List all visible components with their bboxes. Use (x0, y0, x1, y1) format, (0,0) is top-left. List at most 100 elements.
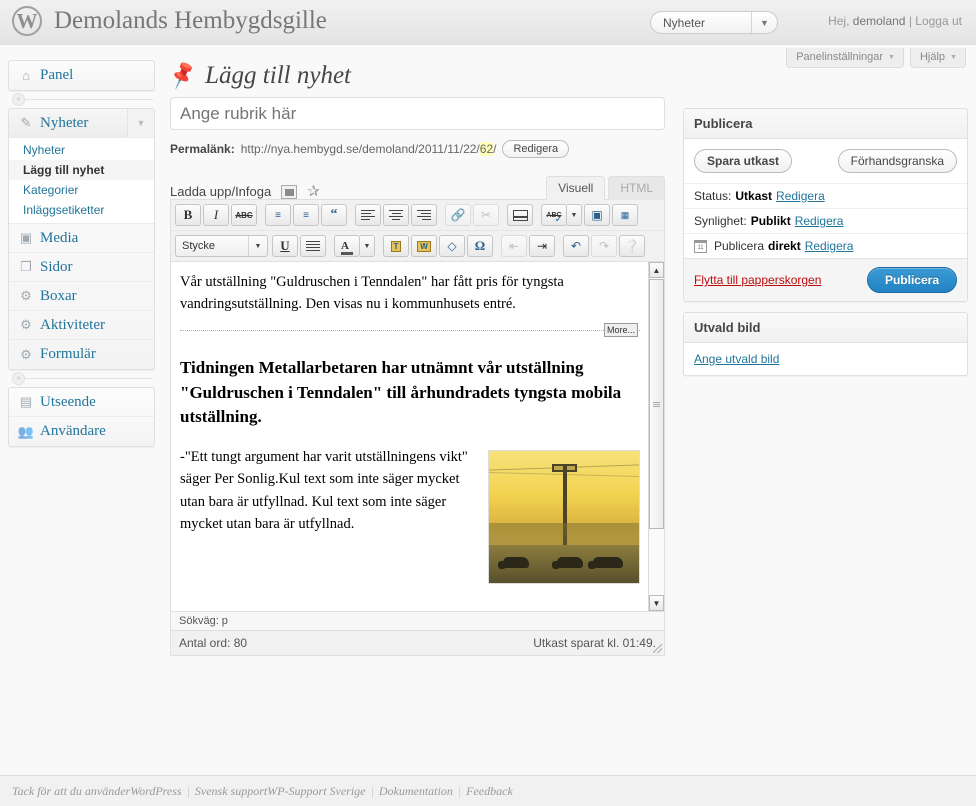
publish-actions-bottom: Flytta till papperskorgen Publicera (684, 258, 967, 301)
bold-button[interactable]: B (175, 204, 201, 226)
editor-toolbar-row-1: B I ABC ≡ ≡ “ 🔗 ✂ ABC ✓ ▼ ▣ ▦ (171, 200, 664, 230)
undo-button[interactable]: ↶ (563, 235, 589, 257)
editor-path-bar: Sökväg: p (171, 611, 664, 630)
chevron-down-icon[interactable]: ▼ (127, 109, 154, 137)
sunset-field-with-cattle-photo[interactable] (488, 449, 640, 584)
sidebar-item-appearance[interactable]: ▤ Utseende (9, 388, 154, 417)
site-branding[interactable]: W Demolands Hembygdsgille (12, 6, 327, 36)
footer-separator: | (186, 783, 190, 798)
post-visibility-row: Synlighet: Publikt Redigera (684, 208, 967, 233)
insert-object-icon[interactable]: ✰ (307, 184, 320, 199)
insert-media-icon[interactable] (281, 185, 298, 199)
sidebar-subitem-categories[interactable]: Kategorier (9, 180, 154, 200)
page-title: Lägg till nyhet (205, 62, 351, 89)
post-status-row: Status: Utkast Redigera (684, 183, 967, 208)
feedback-link[interactable]: Feedback (466, 784, 513, 799)
collapse-chevron-icon[interactable]: « (12, 93, 25, 106)
edit-visibility-link[interactable]: Redigera (795, 214, 844, 228)
documentation-link[interactable]: Dokumentation (379, 784, 453, 799)
pin-icon: ✎ (20, 115, 32, 130)
footer-thanks-text: Tack för att du använder (12, 783, 131, 798)
special-character-button[interactable]: Ω (467, 235, 493, 257)
site-title: Demolands Hembygdsgille (54, 7, 327, 34)
sidebar-item-formular[interactable]: ⚙ Formulär (9, 340, 154, 369)
site-switcher-dropdown[interactable]: Nyheter ▼ (650, 11, 778, 34)
sidebar-subitem-tags[interactable]: Inläggsetiketter (9, 200, 154, 220)
sidebar-subitem-posts[interactable]: Nyheter (9, 140, 154, 160)
scrollbar-thumb[interactable] (649, 279, 664, 529)
post-title-input[interactable] (170, 97, 665, 130)
set-featured-image-link[interactable]: Ange utvald bild (694, 352, 779, 366)
strikethrough-button[interactable]: ABC (231, 204, 257, 226)
paragraph-style-select[interactable]: Stycke ▼ (175, 235, 268, 257)
editor-paragraph-2-wrapper: -"Ett tungt argument har varit utställni… (180, 446, 640, 590)
sidebar-item-media[interactable]: ▣ Media (9, 224, 154, 253)
publish-button[interactable]: Publicera (866, 267, 957, 293)
sidebar-item-aktiviteter[interactable]: ⚙ Aktiviteter (9, 311, 154, 340)
tab-html[interactable]: HTML (608, 176, 665, 200)
edit-permalink-button[interactable]: Redigera (502, 140, 570, 158)
screen-options-tab[interactable]: Panelinställningar ▼ (786, 48, 904, 68)
insert-more-button[interactable] (507, 204, 533, 226)
align-right-button[interactable] (411, 204, 437, 226)
paste-as-text-button[interactable]: T (383, 235, 409, 257)
edit-schedule-link[interactable]: Redigera (805, 239, 854, 253)
text-color-button[interactable]: A (334, 235, 360, 257)
spellcheck-button[interactable]: ABC ✓ (541, 204, 567, 226)
logout-link[interactable]: Logga ut (915, 14, 962, 28)
help-button[interactable]: ❔ (619, 235, 645, 257)
insert-link-button: 🔗 (445, 204, 471, 226)
preview-button[interactable]: Förhandsgranska (837, 149, 957, 173)
calendar-icon: 11 (694, 239, 707, 253)
scroll-up-arrow-icon[interactable]: ▲ (649, 262, 664, 278)
align-left-button[interactable] (355, 204, 381, 226)
edit-status-link[interactable]: Redigera (776, 189, 825, 203)
editor-scrollbar[interactable]: ▲ ▼ (648, 262, 664, 611)
ordered-list-button[interactable]: ≡ (293, 204, 319, 226)
support-link[interactable]: WP-Support Sverige (267, 784, 365, 799)
permalink-slug: 62 (479, 142, 494, 156)
fullscreen-button[interactable]: ▣ (584, 204, 610, 226)
unordered-list-button[interactable]: ≡ (265, 204, 291, 226)
blockquote-button[interactable]: “ (321, 204, 347, 226)
permalink-url[interactable]: http://nya.hembygd.se/demoland/2011/11/2… (240, 142, 496, 156)
remove-formatting-button[interactable]: ◇ (439, 235, 465, 257)
editor-mode-tabs: Visuell HTML (543, 176, 665, 200)
sidebar-subitem-add-new[interactable]: Lägg till nyhet (9, 160, 154, 180)
sidebar-item-pages[interactable]: ❐ Sidor (9, 253, 154, 282)
post-sidebar: Publicera Spara utkast Förhandsgranska S… (683, 108, 968, 386)
save-draft-button[interactable]: Spara utkast (694, 149, 793, 173)
sidebar-item-boxar[interactable]: ⚙ Boxar (9, 282, 154, 311)
indent-button[interactable]: ⇥ (529, 235, 555, 257)
wordpress-link[interactable]: WordPress (130, 784, 181, 799)
tab-visual[interactable]: Visuell (546, 176, 606, 200)
move-to-trash-link[interactable]: Flytta till papperskorgen (694, 273, 821, 287)
spellcheck-dropdown-button[interactable]: ▼ (567, 204, 582, 226)
editor-content-area[interactable]: Vår utställning "Guldruschen i Tenndalen… (171, 261, 664, 611)
editor-content-body[interactable]: Vår utställning "Guldruschen i Tenndalen… (171, 262, 664, 599)
collapse-chevron-icon[interactable]: « (12, 372, 25, 385)
kitchen-sink-button[interactable]: ▦ (612, 204, 638, 226)
sidebar-group-dashboard: ⌂ Panel (8, 60, 155, 91)
sidebar-item-label: Användare (40, 423, 106, 439)
editor-resize-handle[interactable] (653, 644, 662, 653)
paste-from-word-button[interactable]: W (411, 235, 437, 257)
site-switcher-value: Nyheter (663, 15, 706, 30)
text-color-dropdown-button[interactable]: ▼ (360, 235, 375, 257)
unlink-button: ✂ (473, 204, 499, 226)
sidebar-submenu-posts: Nyheter Lägg till nyhet Kategorier Inläg… (9, 138, 154, 224)
sidebar-item-label: Aktiviteter (40, 316, 105, 333)
help-tab[interactable]: Hjälp ▼ (909, 48, 966, 68)
sidebar-item-posts[interactable]: ✎ Nyheter ▼ (9, 109, 154, 138)
sidebar-item-users[interactable]: 👥 Användare (9, 417, 154, 446)
sidebar-item-dashboard[interactable]: ⌂ Panel (9, 61, 154, 90)
italic-button[interactable]: I (203, 204, 229, 226)
redo-button: ↷ (591, 235, 617, 257)
underline-button[interactable]: U (272, 235, 298, 257)
gear-icon: ⚙ (20, 317, 32, 332)
scroll-down-arrow-icon[interactable]: ▼ (649, 595, 664, 611)
justify-button[interactable] (300, 235, 326, 257)
page-title-row: 📌 Lägg till nyhet (167, 55, 670, 97)
permalink-prefix: http://nya.hembygd.se/demoland/2011/11/2… (240, 142, 480, 156)
align-center-button[interactable] (383, 204, 409, 226)
